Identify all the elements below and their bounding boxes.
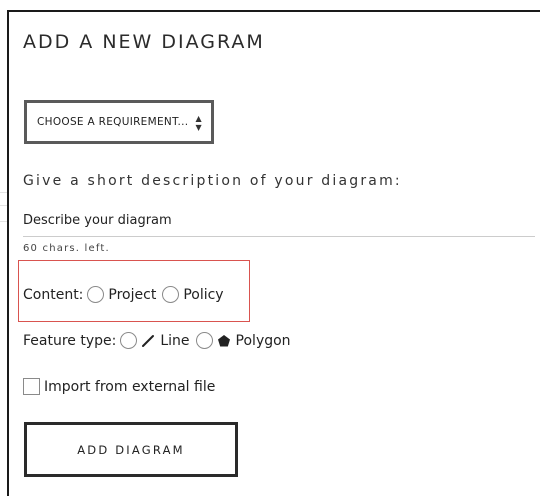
panel-title: ADD A NEW DIAGRAM xyxy=(23,31,265,53)
background-grid-line xyxy=(0,221,7,222)
description-input[interactable] xyxy=(23,205,535,237)
polygon-icon xyxy=(217,334,231,348)
panel-frame-left xyxy=(7,10,9,496)
import-checkbox[interactable] xyxy=(23,378,40,395)
requirement-select[interactable]: CHOOSE A REQUIREMENT... ▲ ▼ xyxy=(24,100,214,144)
import-row: Import from external file xyxy=(23,378,217,395)
line-icon xyxy=(141,334,155,348)
content-label: Content: xyxy=(23,286,84,303)
feature-type-label: Feature type: xyxy=(23,332,117,349)
panel-frame-top xyxy=(7,10,540,12)
feature-type-row: Feature type: Line Polygon xyxy=(23,332,293,349)
background-grid-line xyxy=(0,192,7,193)
add-diagram-button[interactable]: ADD DIAGRAM xyxy=(24,422,238,477)
content-project-radio[interactable] xyxy=(87,286,105,303)
feature-polygon-label[interactable]: Polygon xyxy=(236,333,291,349)
feature-line-label[interactable]: Line xyxy=(160,333,189,349)
import-label[interactable]: Import from external file xyxy=(44,379,215,395)
content-policy-label[interactable]: Policy xyxy=(183,287,223,303)
description-label: Give a short description of your diagram… xyxy=(23,173,402,189)
content-row: Content: Project Policy xyxy=(23,286,226,303)
select-arrows-icon: ▲ ▼ xyxy=(195,114,202,132)
chars-left-counter: 60 chars. left. xyxy=(23,243,110,254)
content-policy-radio[interactable] xyxy=(162,286,180,303)
feature-line-radio[interactable] xyxy=(120,332,138,349)
requirement-select-value: CHOOSE A REQUIREMENT... xyxy=(37,116,189,128)
feature-polygon-radio[interactable] xyxy=(195,332,213,349)
background-grid-line xyxy=(0,205,7,206)
content-project-label[interactable]: Project xyxy=(108,287,156,303)
